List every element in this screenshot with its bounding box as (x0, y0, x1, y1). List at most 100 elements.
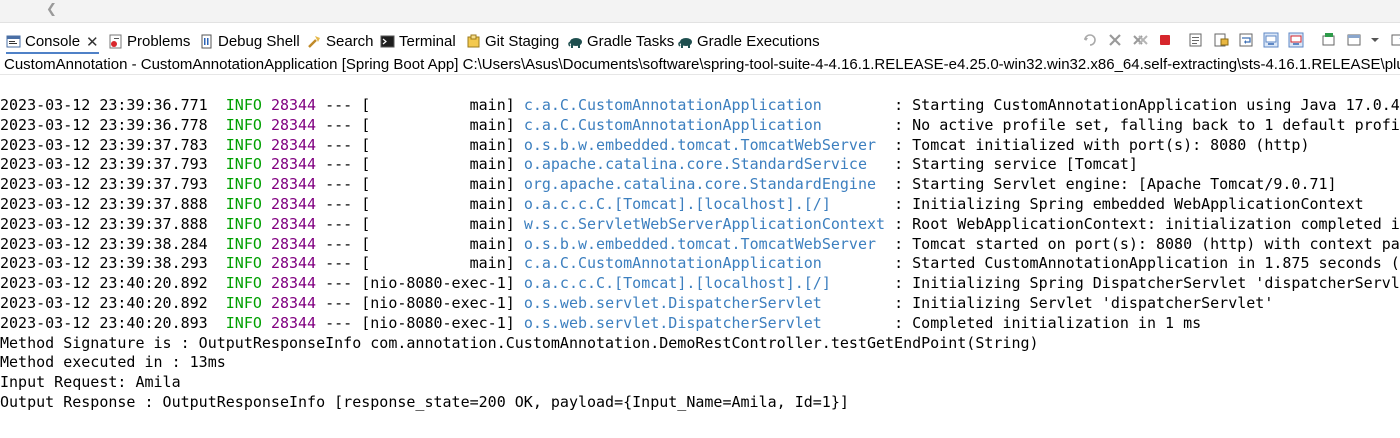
log-separator: --- (325, 155, 353, 174)
log-line: 2023-03-12 23:39:36.778 INFO 28344 --- [… (0, 116, 1400, 136)
show-on-stderr-icon[interactable] (1288, 32, 1304, 48)
log-line: 2023-03-12 23:39:36.771 INFO 28344 --- [… (0, 96, 1400, 116)
gradle-elephant-icon (568, 34, 583, 49)
log-message: : Tomcat started on port(s): 8080 (http)… (894, 234, 1400, 253)
tab-debug-shell[interactable]: Debug Shell (199, 31, 300, 52)
scroll-left-icon[interactable]: ❮ (46, 2, 57, 17)
tab-search[interactable]: Search (307, 31, 374, 52)
log-pid: 28344 (270, 214, 317, 233)
tab-label: Terminal (399, 33, 456, 50)
log-message: : Initializing Spring embedded WebApplic… (894, 194, 1364, 213)
log-logger: org.apache.catalina.core.StandardEngine (523, 175, 886, 194)
editor-scroll-strip: ❮ (0, 0, 1400, 23)
log-separator: --- (325, 254, 353, 273)
log-line: 2023-03-12 23:40:20.892 INFO 28344 --- [… (0, 294, 1400, 314)
log-message: : Starting CustomAnnotationApplication u… (894, 96, 1400, 114)
log-separator: --- (325, 313, 353, 332)
clear-console-icon[interactable] (1188, 32, 1204, 48)
log-pid: 28344 (270, 155, 317, 174)
log-timestamp: 2023-03-12 23:39:37.793 (0, 175, 208, 194)
output-line: Method executed in : 13ms (0, 353, 226, 372)
log-separator: --- (325, 214, 353, 233)
output-line: Input Request: Amila (0, 373, 181, 392)
log-timestamp: 2023-03-12 23:39:38.284 (0, 234, 208, 253)
log-thread: [nio-8080-exec-1] (361, 274, 515, 293)
remove-all-icon[interactable] (1132, 32, 1148, 48)
log-logger: o.s.web.servlet.DispatcherServlet (523, 313, 886, 332)
log-message: : Starting Servlet engine: [Apache Tomca… (894, 175, 1337, 194)
log-timestamp: 2023-03-12 23:39:36.778 (0, 115, 208, 134)
open-console-icon[interactable] (1391, 32, 1400, 48)
terminate-icon[interactable] (1157, 32, 1173, 48)
log-level: INFO (225, 115, 262, 134)
log-line: 2023-03-12 23:40:20.893 INFO 28344 --- [… (0, 314, 1400, 334)
log-line: 2023-03-12 23:39:37.783 INFO 28344 --- [… (0, 136, 1400, 156)
log-pid: 28344 (270, 254, 317, 273)
tab-label: Gradle Tasks (587, 33, 675, 50)
dropdown-icon[interactable] (1371, 32, 1379, 48)
log-message: : Initializing Servlet 'dispatcherServle… (894, 293, 1274, 312)
console-output[interactable]: 2023-03-12 23:39:36.771 INFO 28344 --- [… (0, 96, 1400, 413)
tab-gradle-tasks[interactable]: Gradle Tasks (568, 31, 674, 52)
word-wrap-icon[interactable] (1238, 32, 1254, 48)
log-timestamp: 2023-03-12 23:39:36.771 (0, 96, 208, 114)
tab-problems[interactable]: Problems (108, 31, 190, 52)
tab-gradle-executions[interactable]: Gradle Executions (678, 31, 820, 52)
log-pid: 28344 (270, 274, 317, 293)
log-level: INFO (225, 313, 262, 332)
log-message: : Initializing Spring DispatcherServlet … (894, 274, 1400, 293)
log-level: INFO (225, 254, 262, 273)
log-timestamp: 2023-03-12 23:39:37.888 (0, 194, 208, 213)
tab-label: Console (25, 33, 81, 50)
log-logger: o.a.c.c.C.[Tomcat].[localhost].[/] (523, 274, 886, 293)
console-toolbar (1082, 30, 1400, 50)
log-separator: --- (325, 234, 353, 253)
tab-label: Gradle Executions (697, 33, 820, 50)
close-icon[interactable]: ✕ (86, 33, 99, 51)
log-line: 2023-03-12 23:39:38.293 INFO 28344 --- [… (0, 254, 1400, 274)
log-level: INFO (225, 214, 262, 233)
log-logger: c.a.C.CustomAnnotationApplication (523, 115, 886, 134)
search-icon (307, 34, 322, 49)
log-separator: --- (325, 135, 353, 154)
log-pid: 28344 (270, 313, 317, 332)
log-level: INFO (225, 194, 262, 213)
log-message: : Tomcat initialized with port(s): 8080 … (894, 135, 1310, 154)
log-separator: --- (325, 274, 353, 293)
output-line: Method Signature is : OutputResponseInfo… (0, 333, 1039, 352)
tab-console[interactable]: Console ✕ (6, 31, 99, 54)
gradle-elephant-icon (678, 34, 693, 49)
show-on-stdout-icon[interactable] (1263, 32, 1279, 48)
tab-label: Debug Shell (218, 33, 300, 50)
log-line: 2023-03-12 23:39:37.793 INFO 28344 --- [… (0, 155, 1400, 175)
log-thread: [ main] (361, 135, 515, 154)
pin-console-icon[interactable] (1321, 32, 1337, 48)
tab-label: Problems (127, 33, 191, 50)
log-pid: 28344 (270, 115, 317, 134)
remove-launch-icon[interactable] (1107, 32, 1123, 48)
log-separator: --- (325, 96, 353, 114)
log-level: INFO (225, 293, 262, 312)
tab-terminal[interactable]: Terminal (380, 31, 456, 52)
git-staging-icon (466, 34, 481, 49)
log-level: INFO (225, 155, 262, 174)
log-timestamp: 2023-03-12 23:40:20.892 (0, 293, 208, 312)
log-line: 2023-03-12 23:39:38.284 INFO 28344 --- [… (0, 235, 1400, 255)
log-line: 2023-03-12 23:39:37.793 INFO 28344 --- [… (0, 175, 1400, 195)
log-pid: 28344 (270, 96, 317, 114)
display-selected-console-icon[interactable] (1346, 32, 1362, 48)
log-thread: [ main] (361, 96, 515, 114)
scroll-lock-icon[interactable] (1213, 32, 1229, 48)
output-line: Output Response : OutputResponseInfo [re… (0, 392, 849, 411)
tab-label: Git Staging (485, 33, 560, 50)
log-logger: o.s.b.w.embedded.tomcat.TomcatWebServer (523, 135, 886, 154)
log-thread: [ main] (361, 234, 515, 253)
terminate-relaunch-icon[interactable] (1082, 32, 1098, 48)
log-logger: c.a.C.CustomAnnotationApplication (523, 254, 886, 273)
log-message: : Starting service [Tomcat] (894, 155, 1138, 174)
log-separator: --- (325, 175, 353, 194)
log-thread: [nio-8080-exec-1] (361, 293, 515, 312)
tab-git-staging[interactable]: Git Staging (466, 31, 559, 52)
console-icon (6, 34, 21, 49)
log-pid: 28344 (270, 234, 317, 253)
